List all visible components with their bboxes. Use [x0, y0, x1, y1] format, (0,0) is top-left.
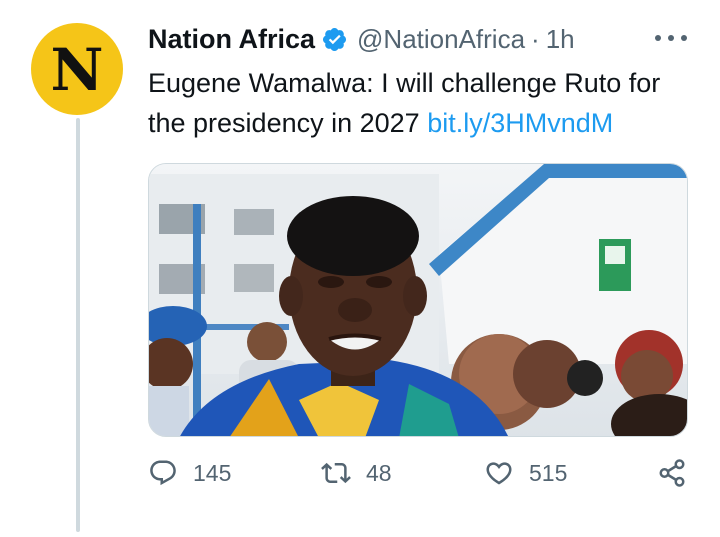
heart-icon [486, 462, 512, 485]
retweet-icon [321, 462, 351, 484]
reply-count: 145 [193, 459, 232, 486]
tweet-actions: 145 48 515 [148, 458, 693, 498]
author-name[interactable]: Nation Africa [148, 24, 315, 55]
retweet-button[interactable]: 48 [321, 458, 392, 488]
tweet-timestamp[interactable]: 1h [546, 24, 575, 55]
tweet-link[interactable]: bit.ly/3HMvndM [427, 108, 613, 138]
thread-line [76, 118, 80, 532]
tweet-text: Eugene Wamalwa: I will challenge Ruto fo… [148, 63, 693, 143]
avatar-letter: N [50, 36, 104, 104]
reply-icon [150, 460, 176, 486]
photo-illustration [149, 164, 687, 436]
more-options-icon[interactable] [655, 28, 687, 48]
share-icon [659, 459, 685, 487]
verified-badge-icon [323, 27, 347, 52]
avatar[interactable]: N [31, 23, 123, 115]
tweet-header: Nation Africa @NationAfrica · 1h [148, 24, 575, 55]
separator-dot: · [531, 24, 540, 54]
share-button[interactable] [657, 458, 687, 488]
tweet-photo[interactable] [148, 163, 688, 437]
retweet-count: 48 [366, 459, 392, 486]
author-handle[interactable]: @NationAfrica [357, 24, 525, 55]
like-button[interactable]: 515 [484, 458, 567, 488]
like-count: 515 [529, 459, 568, 486]
reply-button[interactable]: 145 [148, 458, 231, 488]
